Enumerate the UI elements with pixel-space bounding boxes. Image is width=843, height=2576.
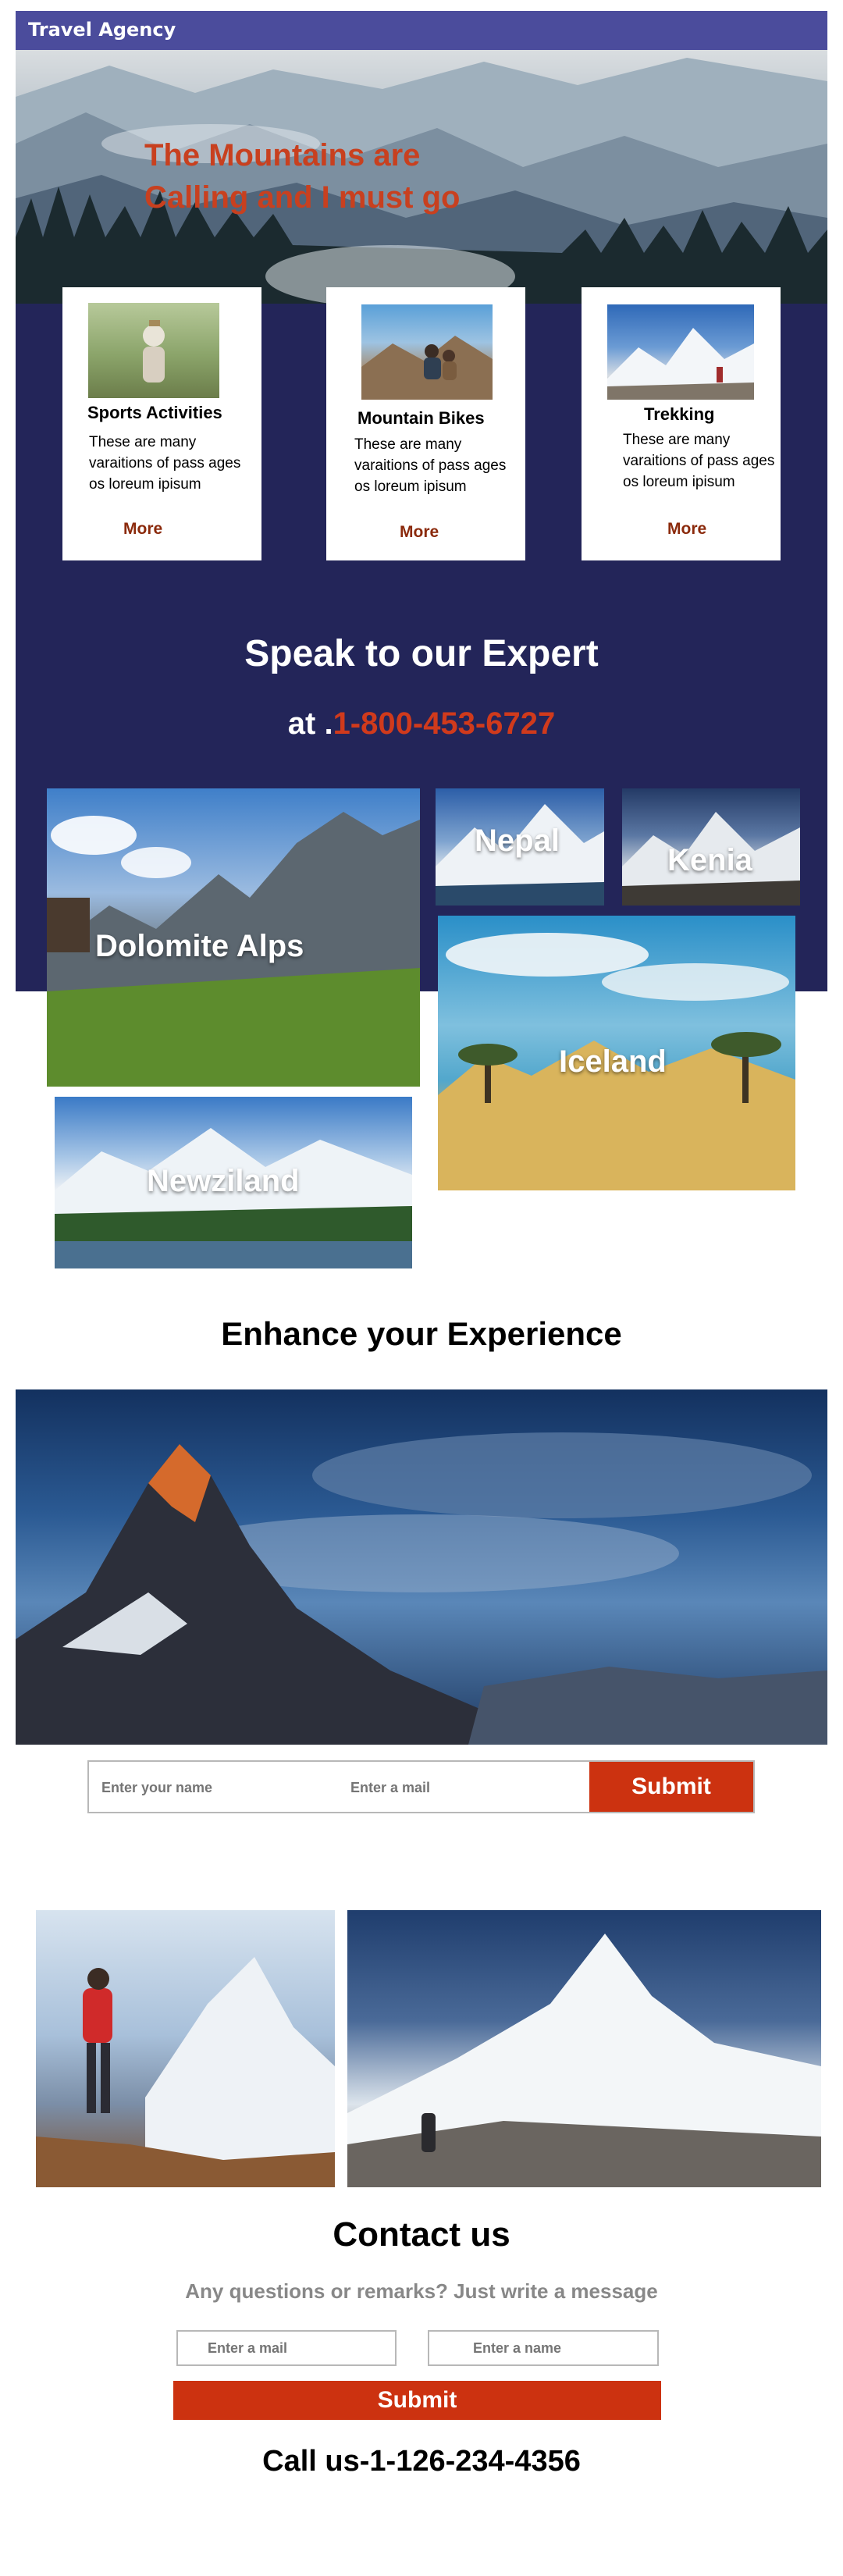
destination-label: Iceland	[559, 1044, 667, 1079]
contact-name-input[interactable]	[473, 2338, 653, 2358]
card-description: These are many varaitions of pass ages o…	[623, 432, 775, 490]
card-title: Trekking	[644, 404, 715, 424]
contact-submit-button[interactable]: Submit	[173, 2381, 661, 2420]
contact-name-field	[428, 2330, 659, 2366]
card-description: These are many varaitions of pass ages o…	[89, 434, 241, 493]
destination-nepal[interactable]: Nepal	[436, 788, 604, 906]
card-more-link[interactable]: More	[400, 523, 439, 542]
subscribe-submit-button[interactable]: Submit	[589, 1762, 753, 1812]
expert-phone-line: at .1-800-453-6727	[16, 706, 827, 742]
destination-dolomite-alps[interactable]: Dolomite Alps	[47, 788, 420, 1087]
destination-label: Kenia	[667, 843, 752, 877]
destination-label: Newziland	[147, 1164, 300, 1198]
card-title: Mountain Bikes	[357, 408, 485, 428]
contact-subheading: Any questions or remarks? Just write a m…	[185, 2279, 658, 2303]
expert-phone-number[interactable]: 1-800-453-6727	[333, 706, 556, 741]
call-us-text[interactable]: Call us-1-126-234-4356	[0, 2445, 843, 2478]
destination-label: Nepal	[475, 824, 560, 858]
card-mountain-bikes: Mountain Bikes These are many varaitions…	[326, 287, 525, 560]
card-image-trekking	[607, 304, 754, 400]
card-description: These are many varaitions of pass ages o…	[354, 436, 507, 495]
destination-iceland[interactable]: Iceland	[438, 916, 795, 1190]
contact-heading: Contact us	[333, 2215, 510, 2254]
card-sports-activities: Sports Activities These are many varaiti…	[62, 287, 261, 560]
subscribe-form: Submit	[87, 1760, 755, 1813]
card-title: Sports Activities	[87, 403, 222, 422]
contact-mail-input[interactable]	[208, 2338, 387, 2358]
expert-heading: Speak to our Expert	[244, 633, 599, 674]
matterhorn-photo	[16, 1389, 827, 1745]
card-image-sports	[88, 303, 219, 398]
navbar: Travel Agency	[16, 11, 827, 50]
expert-phone-prefix: at .	[287, 706, 333, 741]
destination-newziland[interactable]: Newziland	[55, 1097, 412, 1268]
hero-title: The Mountains are Calling and I must go	[144, 138, 461, 215]
card-trekking: Trekking These are many varaitions of pa…	[582, 287, 781, 560]
hero-banner: The Mountains are Calling and I must go	[16, 50, 827, 304]
card-more-link[interactable]: More	[667, 520, 706, 539]
snowy-peak-photo	[347, 1910, 821, 2187]
hiker-photo	[36, 1910, 335, 2187]
card-image-bikes	[361, 304, 493, 400]
mail-input[interactable]	[350, 1776, 577, 1799]
brand-logo-text[interactable]: Travel Agency	[28, 19, 176, 41]
contact-mail-field	[176, 2330, 397, 2366]
destination-label: Dolomite Alps	[95, 929, 304, 963]
enhance-heading: Enhance your Experience	[221, 1315, 622, 1352]
destination-kenia[interactable]: Kenia	[622, 788, 800, 906]
name-input[interactable]	[101, 1776, 328, 1799]
card-more-link[interactable]: More	[123, 520, 162, 539]
